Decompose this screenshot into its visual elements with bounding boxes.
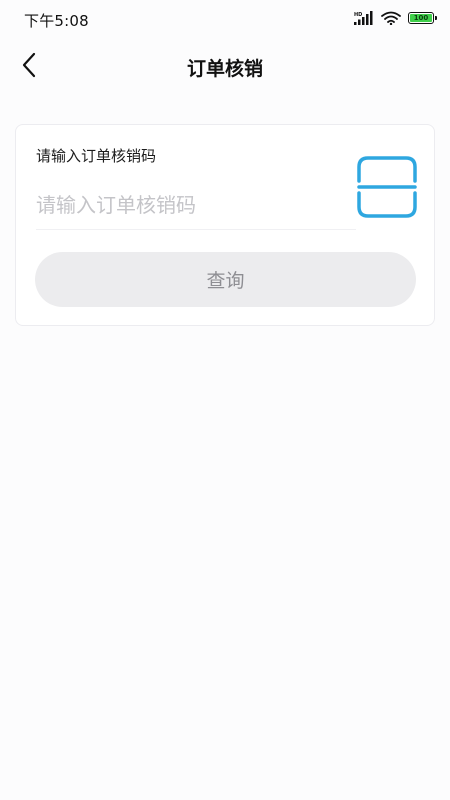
- status-bar: 下午5:08 HD 100: [0, 0, 450, 36]
- status-time: 下午5:08: [24, 12, 89, 30]
- scan-icon: [357, 156, 417, 218]
- battery-icon: 100: [408, 12, 437, 24]
- page-title: 订单核销: [186, 58, 263, 80]
- scan-button[interactable]: [356, 155, 418, 219]
- battery-tip: [435, 16, 437, 20]
- input-underline: [36, 229, 356, 230]
- code-field-label: 请输入订单核销码: [36, 147, 157, 165]
- status-indicators: HD 100: [354, 9, 437, 27]
- battery-level: 100: [410, 14, 432, 22]
- nav-bar: 订单核销: [0, 36, 450, 94]
- query-button[interactable]: 查询: [35, 252, 416, 307]
- signal-icon: HD: [354, 11, 373, 25]
- verification-code-input[interactable]: [36, 183, 356, 227]
- svg-text:HD: HD: [354, 12, 362, 18]
- wifi-icon: [381, 11, 401, 25]
- verification-card: 请输入订单核销码 查询: [15, 124, 435, 326]
